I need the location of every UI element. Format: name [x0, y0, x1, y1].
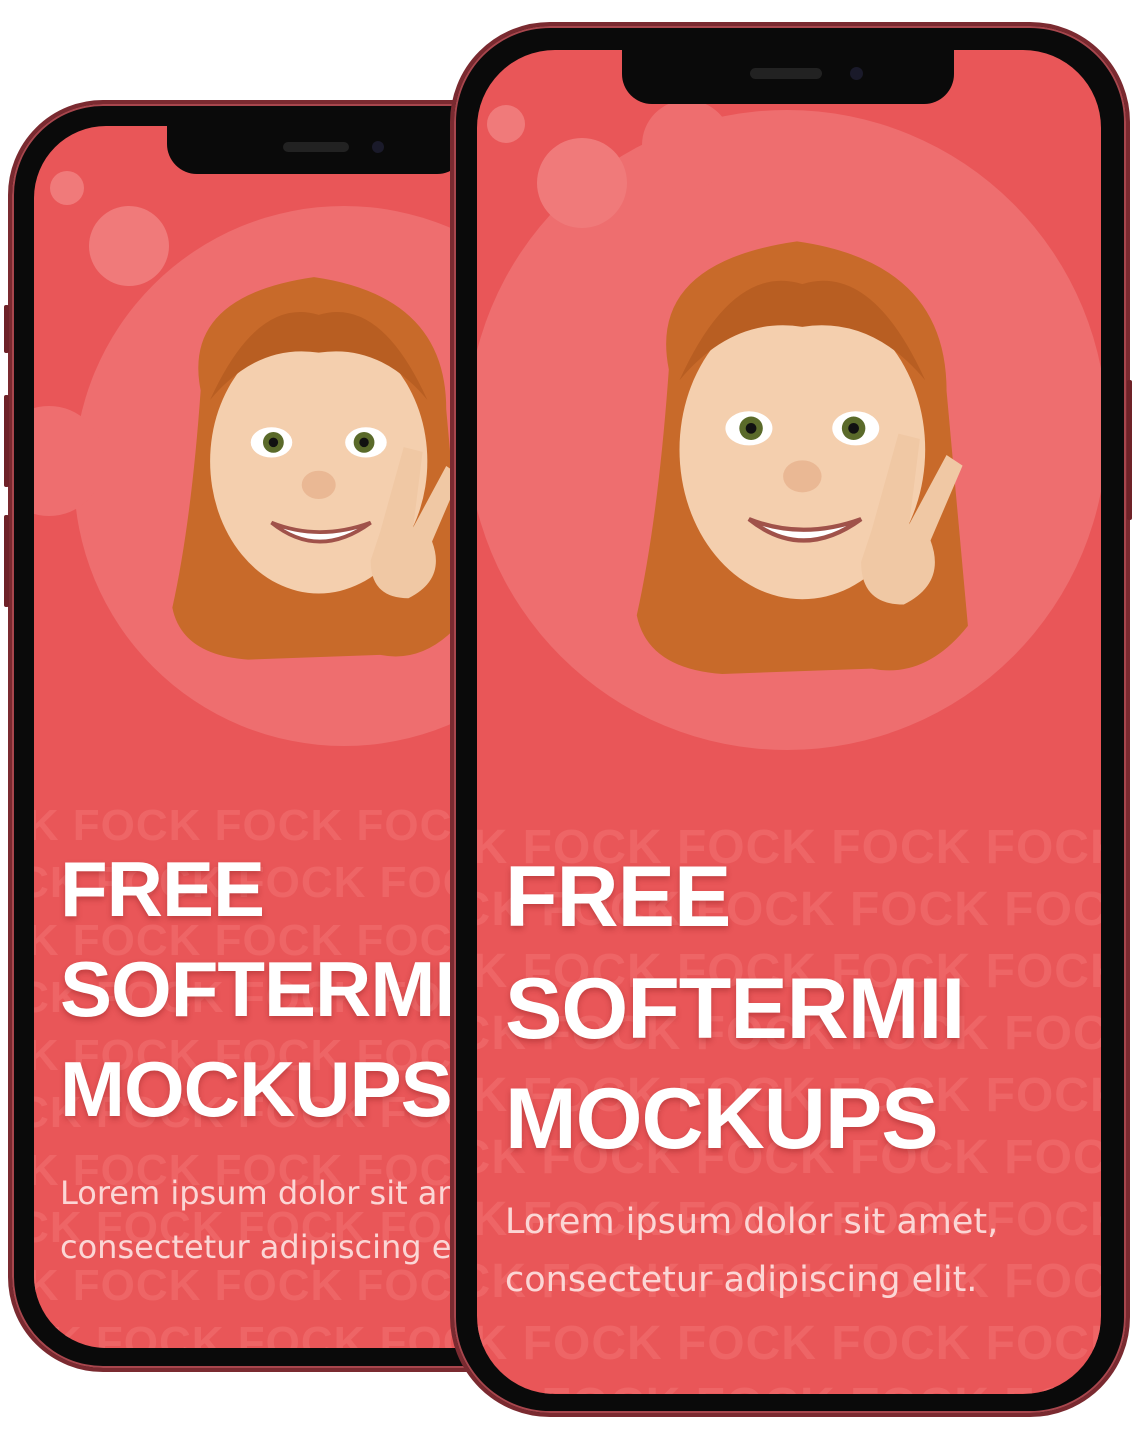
notch [167, 124, 467, 174]
watermark-row: FOCK FOCK FOCK FOCK FOCK FOCK [477, 1378, 1101, 1394]
memoji-avatar [172, 277, 466, 660]
speaker [750, 68, 822, 79]
body-line-2: consectetur adipiscing elit. [505, 1260, 978, 1300]
title-line-3: MOCKUPS [505, 1071, 939, 1167]
body-line-2: consectetur adipiscing elit. [60, 1228, 492, 1266]
title-line-1: FREE [505, 849, 731, 945]
speaker [283, 142, 349, 152]
title-line-2: SOFTERMII [505, 961, 965, 1057]
watermark-row: CK FOCK FOCK FOCK FOCK FOCK [477, 1317, 1101, 1370]
title-line-2: SOFTERMII [60, 945, 477, 1033]
background-blob [487, 105, 525, 143]
background-blob [642, 100, 732, 190]
side-button [4, 305, 9, 353]
background-blob [537, 138, 627, 228]
front-phone: CK FOCK FOCK FOCK FOCK FOCK FOCK FOCK FO… [450, 22, 1130, 1417]
side-button [1127, 380, 1132, 520]
body-line-1: Lorem ipsum dolor sit amet, [505, 1202, 999, 1242]
notch [622, 48, 954, 104]
body-line-1: Lorem ipsum dolor sit amet, [60, 1174, 511, 1212]
title-line-1: FREE [60, 845, 265, 933]
memoji-avatar [636, 241, 968, 674]
volume-up-button [4, 395, 9, 487]
background-blob [50, 171, 84, 205]
title-line-3: MOCKUPS [60, 1045, 453, 1133]
volume-down-button [4, 515, 9, 607]
camera [372, 141, 384, 153]
camera [850, 67, 863, 80]
front-phone-screen: CK FOCK FOCK FOCK FOCK FOCK FOCK FOCK FO… [477, 50, 1101, 1394]
